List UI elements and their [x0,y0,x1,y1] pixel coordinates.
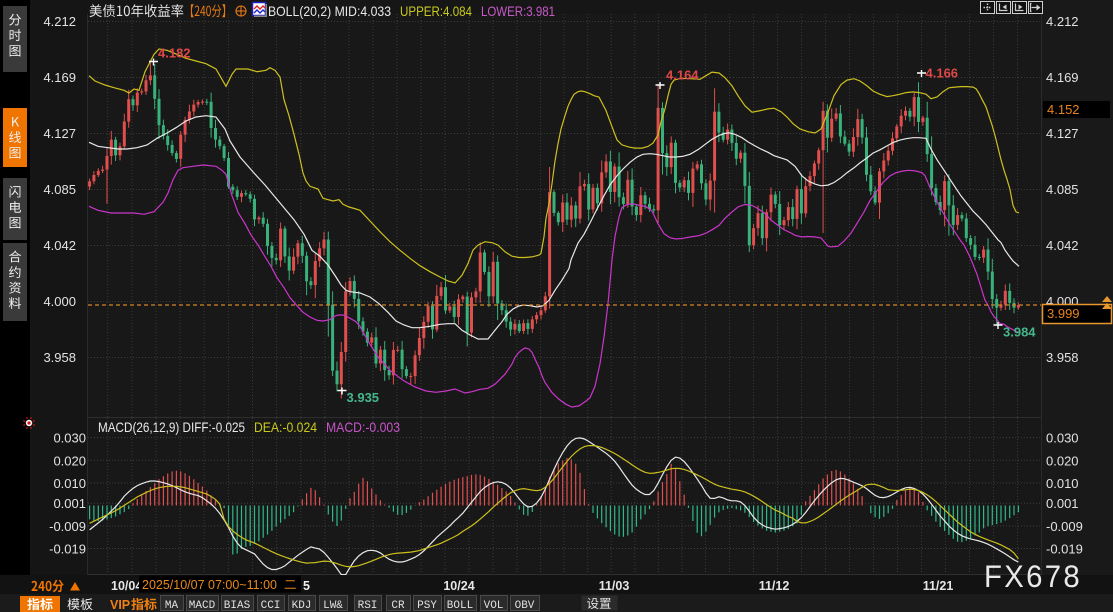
svg-text:-0.019: -0.019 [49,542,86,557]
svg-text:-0.009: -0.009 [49,519,86,534]
svg-text:OBV: OBV [515,600,535,612]
svg-text:4.212: 4.212 [43,14,76,29]
svg-text:VIP: VIP [110,598,130,612]
svg-text:5: 5 [303,579,310,593]
svg-text:PSY: PSY [417,600,437,612]
svg-text:MA: MA [165,600,179,612]
svg-text:3.958: 3.958 [1046,350,1079,365]
svg-text:4.085: 4.085 [1046,182,1079,197]
svg-text:UPPER:4.084: UPPER:4.084 [400,3,472,19]
svg-text:4.212: 4.212 [1046,14,1079,29]
svg-text:0.010: 0.010 [1046,476,1079,491]
svg-text:4.169: 4.169 [1046,70,1079,85]
svg-text:0.020: 0.020 [1046,453,1079,468]
svg-text:0.001: 0.001 [1046,496,1079,511]
svg-text:0.030: 0.030 [1046,431,1079,446]
svg-text:KDJ: KDJ [292,600,312,612]
svg-text:4.169: 4.169 [43,70,76,85]
svg-text:LW&: LW& [323,600,343,612]
svg-text:BOLL(20,2) MID:4.033: BOLL(20,2) MID:4.033 [268,3,391,19]
svg-text:4.166: 4.166 [926,66,959,81]
svg-text:4.042: 4.042 [43,238,76,253]
svg-text:4.127: 4.127 [43,126,76,141]
svg-text:FX678: FX678 [984,558,1082,594]
svg-text:-0.009: -0.009 [1046,519,1083,534]
svg-text:0.030: 0.030 [53,431,86,446]
svg-text:-0.019: -0.019 [1046,542,1083,557]
svg-text:4.164: 4.164 [666,68,699,83]
svg-text:4.042: 4.042 [1046,238,1079,253]
svg-text:BOLL: BOLL [447,600,473,612]
svg-text:11/21: 11/21 [923,579,954,593]
svg-text:3.935: 3.935 [347,390,380,405]
svg-text:0.010: 0.010 [53,476,86,491]
svg-text:4.127: 4.127 [1046,126,1079,141]
svg-text:CR: CR [391,600,405,612]
svg-text:MACD:-0.003: MACD:-0.003 [326,419,400,435]
svg-text:BIAS: BIAS [224,600,251,612]
svg-text:MACD(26,12,9) DIFF:-0.025: MACD(26,12,9) DIFF:-0.025 [98,419,245,435]
svg-text:0.020: 0.020 [53,453,86,468]
svg-text:11/12: 11/12 [759,579,790,593]
svg-text:10/04: 10/04 [111,579,142,593]
svg-text:11/03: 11/03 [599,579,630,593]
svg-text:MACD: MACD [189,600,216,612]
svg-text:4.152: 4.152 [1047,102,1080,117]
svg-text:4.085: 4.085 [43,182,76,197]
svg-text:VOL: VOL [484,600,504,612]
svg-text:4.000: 4.000 [43,294,76,309]
svg-text:2025/10/07 07:00~11:00: 2025/10/07 07:00~11:00 [142,578,277,592]
svg-text:LOWER:3.981: LOWER:3.981 [481,3,555,19]
svg-text:CCI: CCI [261,600,281,612]
svg-text:3.958: 3.958 [43,350,76,365]
svg-text:10/24: 10/24 [443,579,474,593]
svg-text:3.984: 3.984 [1003,325,1036,340]
svg-text:0.001: 0.001 [53,496,86,511]
svg-text:3.999: 3.999 [1047,306,1080,321]
svg-text:RSI: RSI [358,600,378,612]
svg-text:4.182: 4.182 [158,46,191,61]
svg-text:DEA:-0.024: DEA:-0.024 [254,419,317,435]
